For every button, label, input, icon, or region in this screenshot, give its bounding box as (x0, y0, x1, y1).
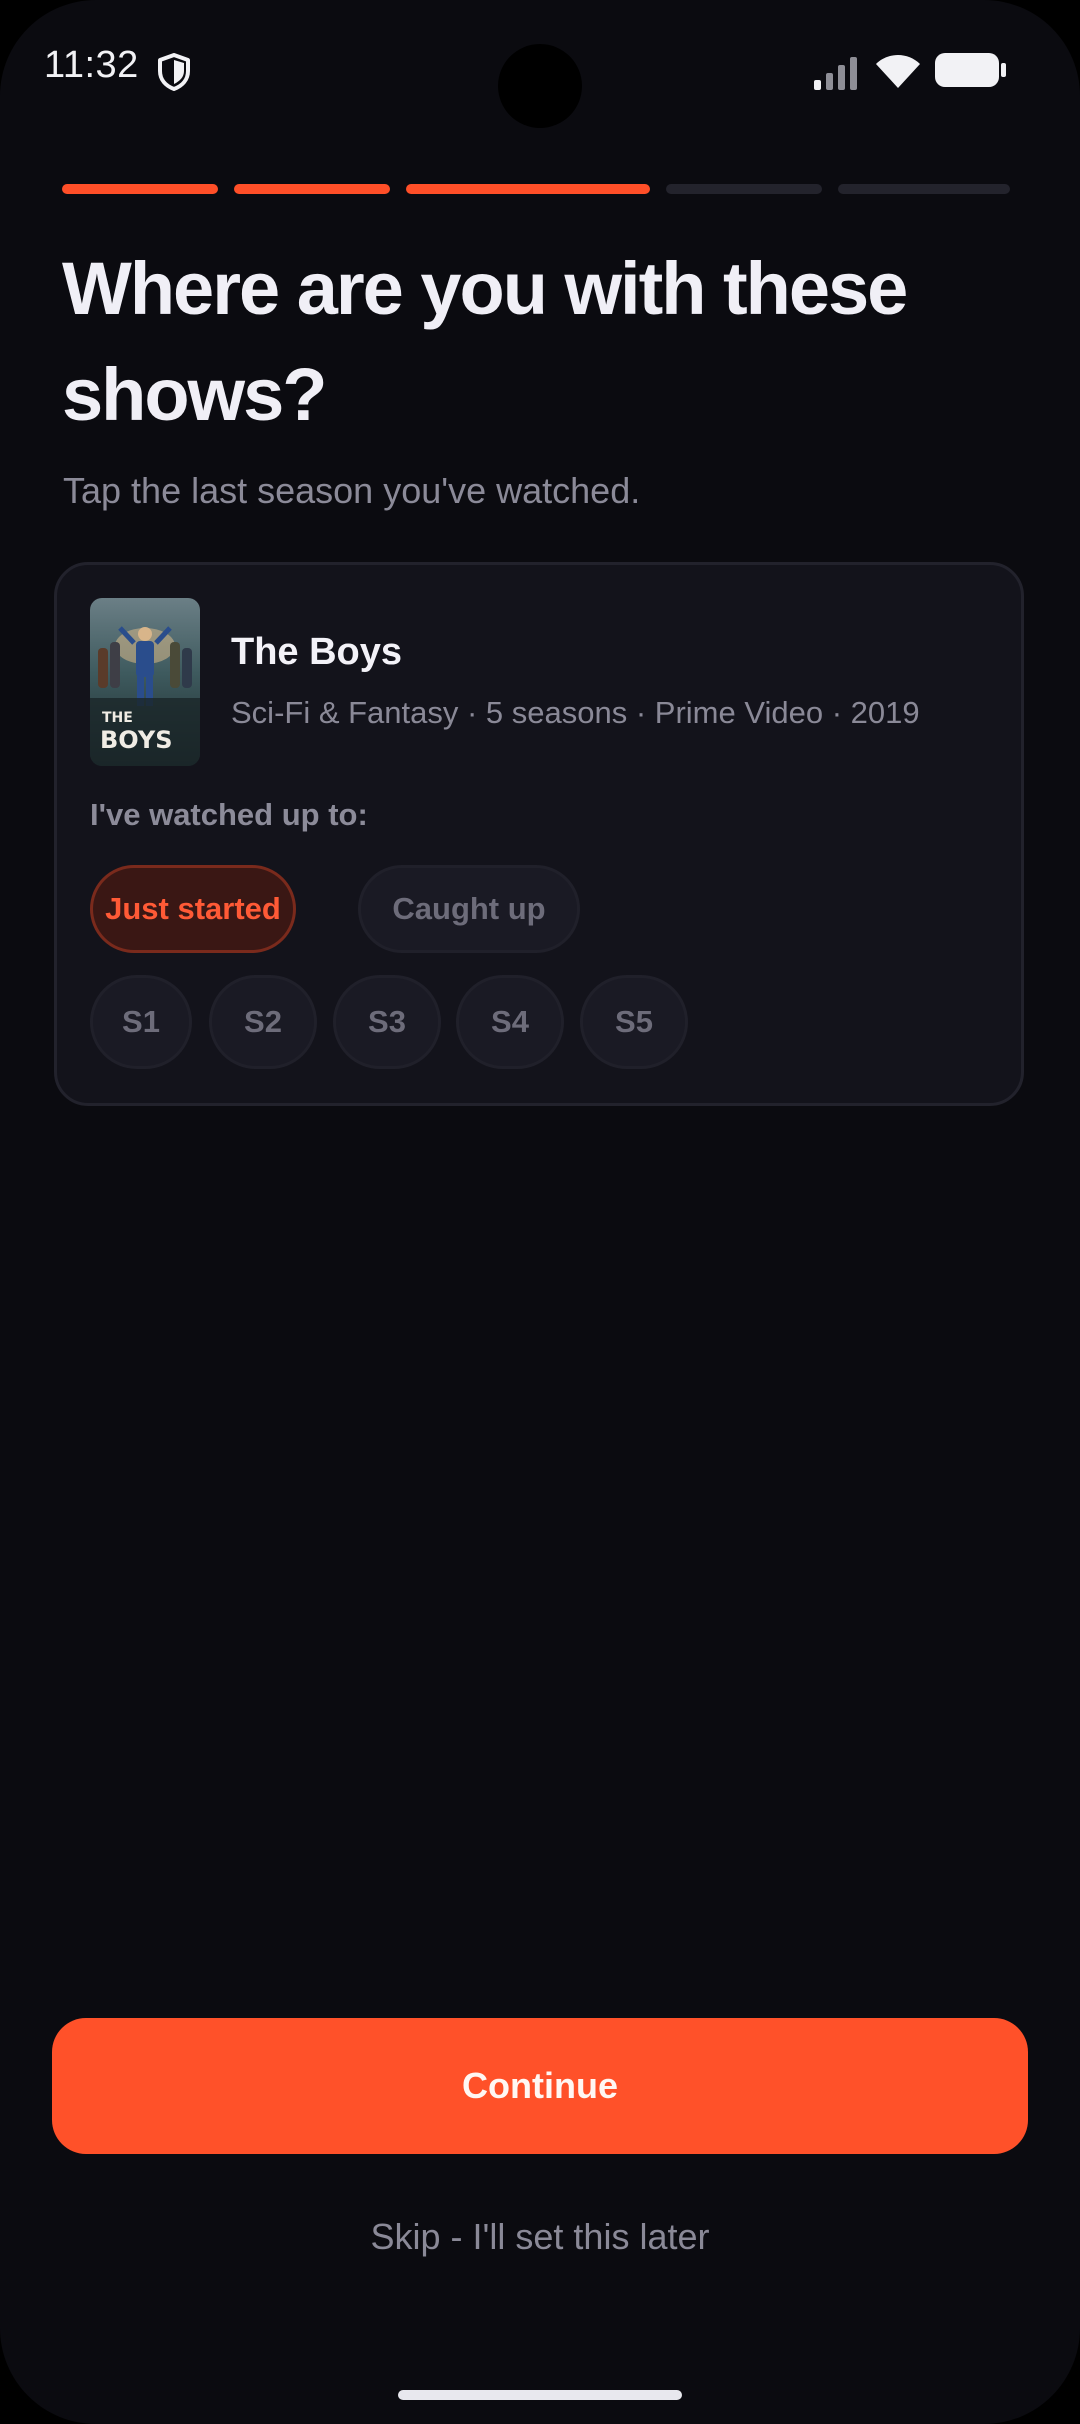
front-camera (498, 44, 582, 128)
continue-button[interactable]: Continue (52, 2018, 1028, 2154)
show-meta: Sci-Fi & Fantasy · 5 seasons · Prime Vid… (231, 695, 920, 730)
progress-step-3 (406, 184, 650, 194)
progress-step-1 (62, 184, 218, 194)
svg-text:THE: THE (102, 710, 133, 726)
season-chip-s1[interactable]: S1 (90, 975, 192, 1069)
battery-icon (935, 53, 1006, 87)
show-poster: THE BOYS (90, 598, 200, 766)
shield-icon (158, 53, 190, 91)
progress-step-4 (666, 184, 822, 194)
just-started-chip[interactable]: Just started (90, 865, 296, 953)
page-title: Where are you with these shows? (62, 247, 908, 436)
page-subtitle: Tap the last season you've watched. (63, 470, 641, 511)
progress-step-5 (838, 184, 1010, 194)
wifi-icon (876, 55, 920, 88)
season-chip-s2[interactable]: S2 (209, 975, 317, 1069)
season-chip-s3[interactable]: S3 (333, 975, 441, 1069)
caught-up-chip[interactable]: Caught up (358, 865, 580, 953)
watched-up-to-label: I've watched up to: (90, 797, 368, 832)
season-chip-s4[interactable]: S4 (456, 975, 564, 1069)
season-chip-s5[interactable]: S5 (580, 975, 688, 1069)
status-time: 11:32 (44, 44, 139, 86)
home-indicator[interactable] (398, 2390, 682, 2400)
skip-link[interactable]: Skip - I'll set this later (0, 2216, 1080, 2258)
phone-screen: 11:32 Where are you with these shows? Ta… (0, 0, 1080, 2424)
progress-step-2 (234, 184, 390, 194)
onboarding-progress (62, 184, 1018, 194)
cellular-signal-icon (814, 57, 857, 90)
svg-text:BOYS: BOYS (100, 726, 173, 754)
show-card: THE BOYS The Boys Sci-Fi & Fantasy · 5 s… (54, 562, 1024, 1106)
show-title: The Boys (231, 631, 403, 673)
